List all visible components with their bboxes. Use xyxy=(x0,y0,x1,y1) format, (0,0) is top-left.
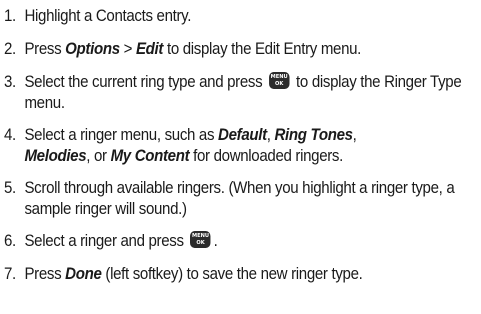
step-number: 2. xyxy=(4,40,16,58)
ring-tones-label: Ring Tones xyxy=(274,126,353,144)
step-text: for downloaded ringers. xyxy=(189,147,343,165)
step-text: , xyxy=(266,126,275,144)
step-number: 1. xyxy=(4,7,16,25)
step-text: , xyxy=(352,126,357,144)
step-number: 4. xyxy=(4,126,16,144)
step-number: 3. xyxy=(4,73,16,91)
step-5: 5. Scroll through available ringers. (Wh… xyxy=(4,178,481,220)
step-text: , or xyxy=(86,147,111,165)
menu-ok-key-icon: MENU OK xyxy=(268,72,290,90)
step-1: 1. Highlight a Contacts entry. xyxy=(4,6,481,27)
menu-key-top-label: MENU xyxy=(192,233,210,240)
step-text: Select a ringer and press xyxy=(24,232,188,250)
step-7: 7. Press Done (left softkey) to save the… xyxy=(4,264,481,285)
step-4: 4. Select a ringer menu, such as Default… xyxy=(4,125,481,167)
step-text: > xyxy=(119,40,136,58)
step-number: 6. xyxy=(4,232,16,250)
melodies-label: Melodies xyxy=(24,147,87,165)
step-text: (left softkey) to save the new ringer ty… xyxy=(101,265,363,283)
edit-label: Edit xyxy=(135,40,164,58)
menu-key-bottom-label: OK xyxy=(275,81,284,88)
step-text: Scroll through available ringers. (When … xyxy=(24,179,455,218)
menu-key-bottom-label: OK xyxy=(196,240,205,247)
menu-ok-key-icon: MENU OK xyxy=(190,231,211,249)
step-text: . xyxy=(213,232,218,250)
menu-key-top-label: MENU xyxy=(270,74,288,81)
my-content-label: My Content xyxy=(110,147,190,165)
step-6: 6. Select a ringer and press MENU OK. xyxy=(4,231,481,252)
default-label: Default xyxy=(218,126,267,144)
done-label: Done xyxy=(65,265,102,283)
step-text: Select the current ring type and press xyxy=(24,73,267,91)
step-text: Press xyxy=(24,265,66,283)
step-number: 7. xyxy=(4,265,16,283)
instruction-steps: 1. Highlight a Contacts entry. 2. Press … xyxy=(4,6,478,297)
step-number: 5. xyxy=(4,179,16,197)
step-2: 2. Press Options > Edit to display the E… xyxy=(4,39,481,60)
step-text: Press xyxy=(24,40,66,58)
step-text: Select a ringer menu, such as xyxy=(24,126,219,144)
step-text: Highlight a Contacts entry. xyxy=(24,7,192,25)
step-3: 3. Select the current ring type and pres… xyxy=(4,72,481,114)
step-text: to display the Edit Entry menu. xyxy=(163,40,362,58)
options-label: Options xyxy=(65,40,120,58)
